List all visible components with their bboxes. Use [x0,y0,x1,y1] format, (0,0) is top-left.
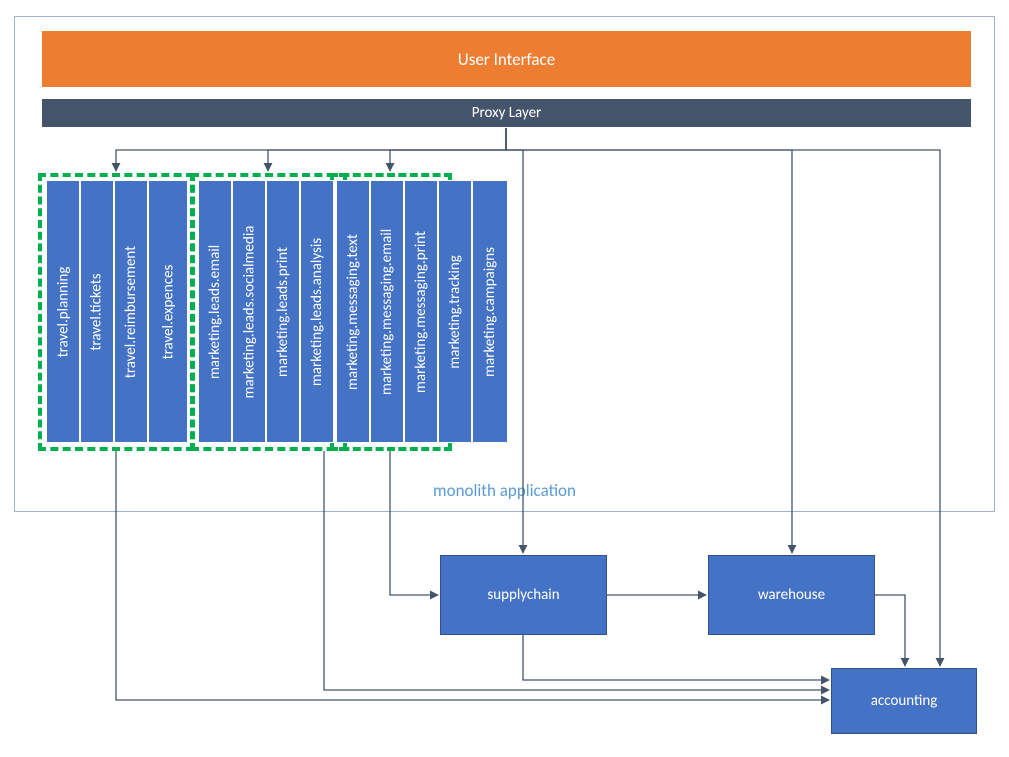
col-marketing-leads-print: marketing.leads.print [266,180,300,443]
col-marketing-campaigns: marketing.campaigns [472,180,508,443]
ui-label: User Interface [458,49,555,70]
proxy-layer: Proxy Layer [41,98,972,128]
supplychain-service: supplychain [440,555,607,635]
col-marketing-tracking: marketing.tracking [438,180,472,443]
proxy-label: Proxy Layer [472,104,542,122]
accounting-label: accounting [871,692,938,710]
col-marketing-leads-socialmedia: marketing.leads.socialmedia [232,180,266,443]
col-travel-planning: travel.planning [46,180,80,443]
col-marketing-leads-analysis: marketing.leads.analysis [300,180,334,443]
accounting-service: accounting [831,668,977,734]
warehouse-label: warehouse [758,586,825,604]
col-marketing-messaging-text: marketing.messaging.text [336,180,370,443]
col-travel-expences: travel.expences [148,180,188,443]
col-marketing-messaging-print: marketing.messaging.print [404,180,438,443]
monolith-label: monolith application [433,480,576,501]
warehouse-service: warehouse [708,555,875,635]
col-marketing-messaging-email: marketing.messaging.email [370,180,404,443]
user-interface-layer: User Interface [41,30,972,88]
col-travel-reimbursement: travel.reimbursement [114,180,148,443]
col-travel-tickets: travel.tickets [80,180,114,443]
supplychain-label: supplychain [487,586,559,604]
col-marketing-leads-email: marketing.leads.email [198,180,232,443]
